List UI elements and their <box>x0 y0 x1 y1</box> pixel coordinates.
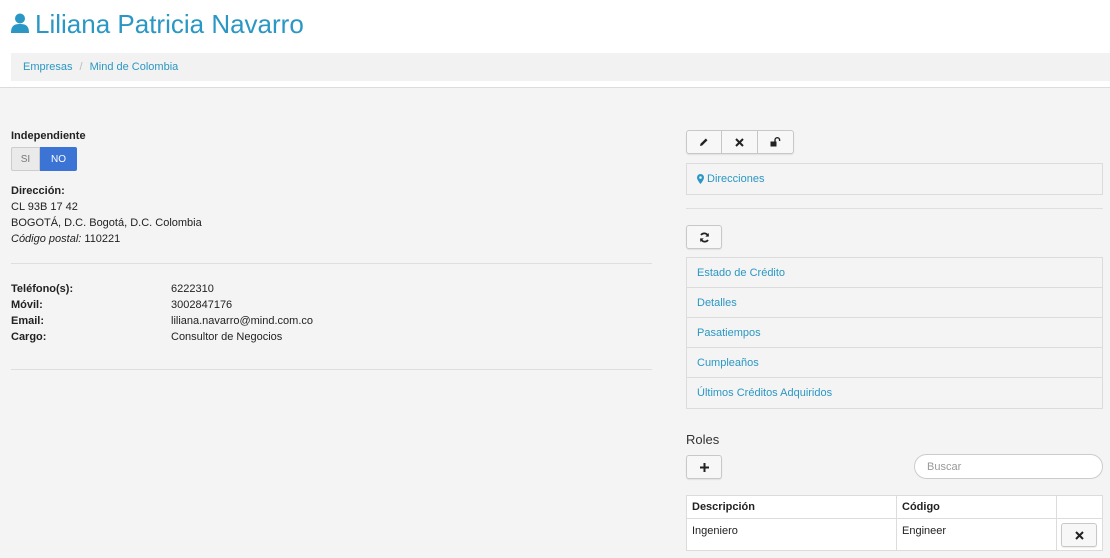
breadcrumb-item-company[interactable]: Mind de Colombia <box>90 61 179 73</box>
postal-value: 110221 <box>84 233 121 245</box>
times-icon <box>1074 530 1084 540</box>
table-header-row: Descripción Código <box>686 495 1103 519</box>
menu-item-ultimos-creditos[interactable]: Últimos Créditos Adquiridos <box>687 378 1102 408</box>
breadcrumb: Empresas / Mind de Colombia <box>11 53 1110 81</box>
divider <box>686 208 1103 209</box>
page-header: Liliana Patricia Navarro Empresas / Mind… <box>0 0 1110 88</box>
column-header-descripcion[interactable]: Descripción <box>686 495 897 519</box>
toggle-si-option[interactable]: SI <box>11 147 40 171</box>
menu-item-estado-credito[interactable]: Estado de Crédito <box>687 258 1102 288</box>
postal-label: Código postal: <box>11 233 82 245</box>
unlock-icon <box>770 137 781 147</box>
direcciones-panel: Direcciones <box>686 163 1103 195</box>
address-block: Dirección: CL 93B 17 42 BOGOTÁ, D.C. Bog… <box>11 183 202 247</box>
mobile-label: Móvil: <box>11 299 43 311</box>
roles-table: Descripción Código Ingeniero Engineer <box>686 495 1103 551</box>
address-line-1: CL 93B 17 42 <box>11 201 78 213</box>
page-title: Liliana Patricia Navarro <box>11 7 304 41</box>
cargo-value: Consultor de Negocios <box>171 331 283 343</box>
mobile-value: 3002847176 <box>171 299 233 311</box>
page-title-text: Liliana Patricia Navarro <box>35 8 304 39</box>
phone-value: 6222310 <box>171 283 214 295</box>
breadcrumb-separator: / <box>79 61 83 73</box>
info-row: Email: liliana.navarro@mind.com.co <box>11 313 313 329</box>
info-menu: Estado de Crédito Detalles Pasatiempos C… <box>686 257 1103 409</box>
email-label: Email: <box>11 315 45 327</box>
info-row: Móvil: 3002847176 <box>11 297 313 313</box>
info-row: Teléfono(s): 6222310 <box>11 281 313 297</box>
contact-info: Teléfono(s): 6222310 Móvil: 3002847176 E… <box>11 281 313 345</box>
pencil-icon <box>700 138 708 146</box>
independiente-label: Independiente <box>11 130 86 142</box>
cell-descripcion: Ingeniero <box>686 518 897 551</box>
unlock-button[interactable] <box>758 130 794 154</box>
times-icon <box>735 137 744 147</box>
menu-item-detalles[interactable]: Detalles <box>687 288 1102 318</box>
divider <box>11 263 652 264</box>
column-header-codigo[interactable]: Código <box>896 495 1057 519</box>
direcciones-link[interactable]: Direcciones <box>687 164 1102 194</box>
direccion-label: Dirección: <box>11 185 65 197</box>
add-role-button[interactable] <box>686 455 722 479</box>
menu-item-cumpleanos[interactable]: Cumpleaños <box>687 348 1102 378</box>
refresh-icon <box>699 231 709 243</box>
refresh-button[interactable] <box>686 225 722 249</box>
direcciones-label: Direcciones <box>707 173 765 185</box>
roles-title: Roles <box>686 432 720 447</box>
address-line-2: BOGOTÁ, D.C. Bogotá, D.C. Colombia <box>11 217 202 229</box>
menu-item-pasatiempos[interactable]: Pasatiempos <box>687 318 1102 348</box>
breadcrumb-item-empresas[interactable]: Empresas <box>23 61 73 73</box>
map-marker-icon <box>697 174 704 184</box>
info-row: Cargo: Consultor de Negocios <box>11 329 313 345</box>
phone-label: Teléfono(s): <box>11 283 74 295</box>
delete-button[interactable] <box>722 130 758 154</box>
divider <box>11 369 652 370</box>
cargo-label: Cargo: <box>11 331 47 343</box>
remove-role-button[interactable] <box>1061 523 1097 547</box>
contact-actions <box>686 130 1103 154</box>
roles-search-input[interactable] <box>914 454 1103 479</box>
table-row: Ingeniero Engineer <box>686 518 1103 551</box>
cell-codigo: Engineer <box>896 518 1057 551</box>
column-header-actions <box>1056 495 1103 519</box>
side-panel: Direcciones Estado de Crédito Detalles P… <box>686 130 1103 551</box>
user-icon <box>11 9 29 40</box>
cell-actions <box>1056 518 1103 551</box>
edit-button[interactable] <box>686 130 722 154</box>
email-value: liliana.navarro@mind.com.co <box>171 315 314 327</box>
plus-icon <box>699 462 709 472</box>
independiente-toggle[interactable]: SI NO <box>11 147 652 171</box>
contact-details: Independiente SI NO Dirección: CL 93B 17… <box>11 130 652 370</box>
toggle-no-option[interactable]: NO <box>40 147 77 171</box>
